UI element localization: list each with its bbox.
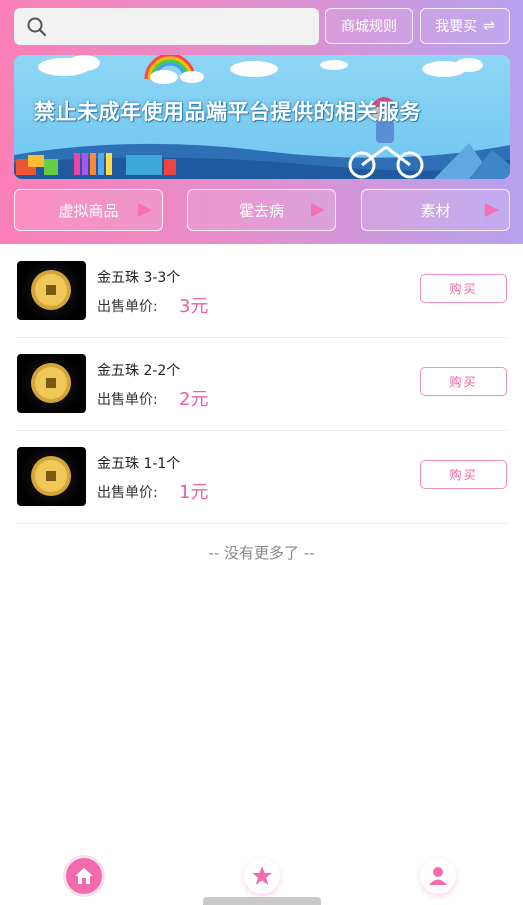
category-virtual-goods[interactable]: 虚拟商品 bbox=[14, 189, 163, 231]
swap-icon: ⇌ bbox=[483, 18, 495, 34]
coin-thumbnail bbox=[17, 261, 86, 320]
mall-rules-button[interactable]: 商城规则 bbox=[325, 8, 413, 44]
price-label: 出售单价: bbox=[97, 299, 158, 315]
category-label: 虚拟商品 bbox=[58, 201, 119, 220]
list-item[interactable]: 金五珠 1-1个 出售单价: 1元 购买 bbox=[15, 431, 508, 524]
home-indicator[interactable] bbox=[203, 897, 321, 905]
user-icon bbox=[429, 867, 447, 885]
coin-thumbnail bbox=[17, 354, 86, 413]
search-icon bbox=[27, 17, 47, 37]
item-price: 1元 bbox=[179, 482, 209, 503]
arrow-right-icon bbox=[311, 203, 325, 217]
arrow-right-icon bbox=[485, 203, 499, 217]
tab-profile[interactable] bbox=[420, 858, 456, 894]
search-input[interactable] bbox=[14, 8, 319, 45]
item-name: 金五珠 3-3个 bbox=[97, 270, 181, 286]
want-buy-label: 我要买 bbox=[435, 19, 478, 35]
coin-thumbnail bbox=[17, 447, 86, 506]
category-materials[interactable]: 素材 bbox=[361, 189, 510, 231]
list-item[interactable]: 金五珠 3-3个 出售单价: 3元 购买 bbox=[15, 245, 508, 338]
price-label: 出售单价: bbox=[97, 392, 158, 408]
item-price: 2元 bbox=[179, 389, 209, 410]
item-name: 金五珠 2-2个 bbox=[97, 363, 181, 379]
list-item[interactable]: 金五珠 2-2个 出售单价: 2元 购买 bbox=[15, 338, 508, 431]
buy-button[interactable]: 购买 bbox=[420, 367, 507, 396]
buy-button[interactable]: 购买 bbox=[420, 274, 507, 303]
banner[interactable]: 禁止未成年使用品端平台提供的相关服务 bbox=[14, 55, 510, 179]
category-label: 素材 bbox=[420, 201, 451, 220]
home-icon bbox=[75, 868, 93, 884]
tab-home[interactable] bbox=[66, 858, 102, 894]
want-buy-button[interactable]: 我要买 ⇌ bbox=[420, 8, 510, 44]
header: 商城规则 我要买 ⇌ 禁止未成年使用品端平台提供的相关服务 虚拟商品 霍去病 素… bbox=[0, 0, 523, 244]
arrow-right-icon bbox=[138, 203, 152, 217]
no-more-text: -- 没有更多了 -- bbox=[208, 544, 315, 562]
buy-button[interactable]: 购买 bbox=[420, 460, 507, 489]
mall-rules-label: 商城规则 bbox=[341, 19, 397, 35]
item-name: 金五珠 1-1个 bbox=[97, 456, 181, 472]
category-huo-qubing[interactable]: 霍去病 bbox=[187, 189, 336, 231]
tab-favorites[interactable] bbox=[244, 858, 280, 894]
price-label: 出售单价: bbox=[97, 485, 158, 501]
category-label: 霍去病 bbox=[238, 201, 284, 220]
item-price: 3元 bbox=[179, 296, 209, 317]
star-icon bbox=[252, 866, 272, 885]
banner-text: 禁止未成年使用品端平台提供的相关服务 bbox=[34, 100, 421, 124]
